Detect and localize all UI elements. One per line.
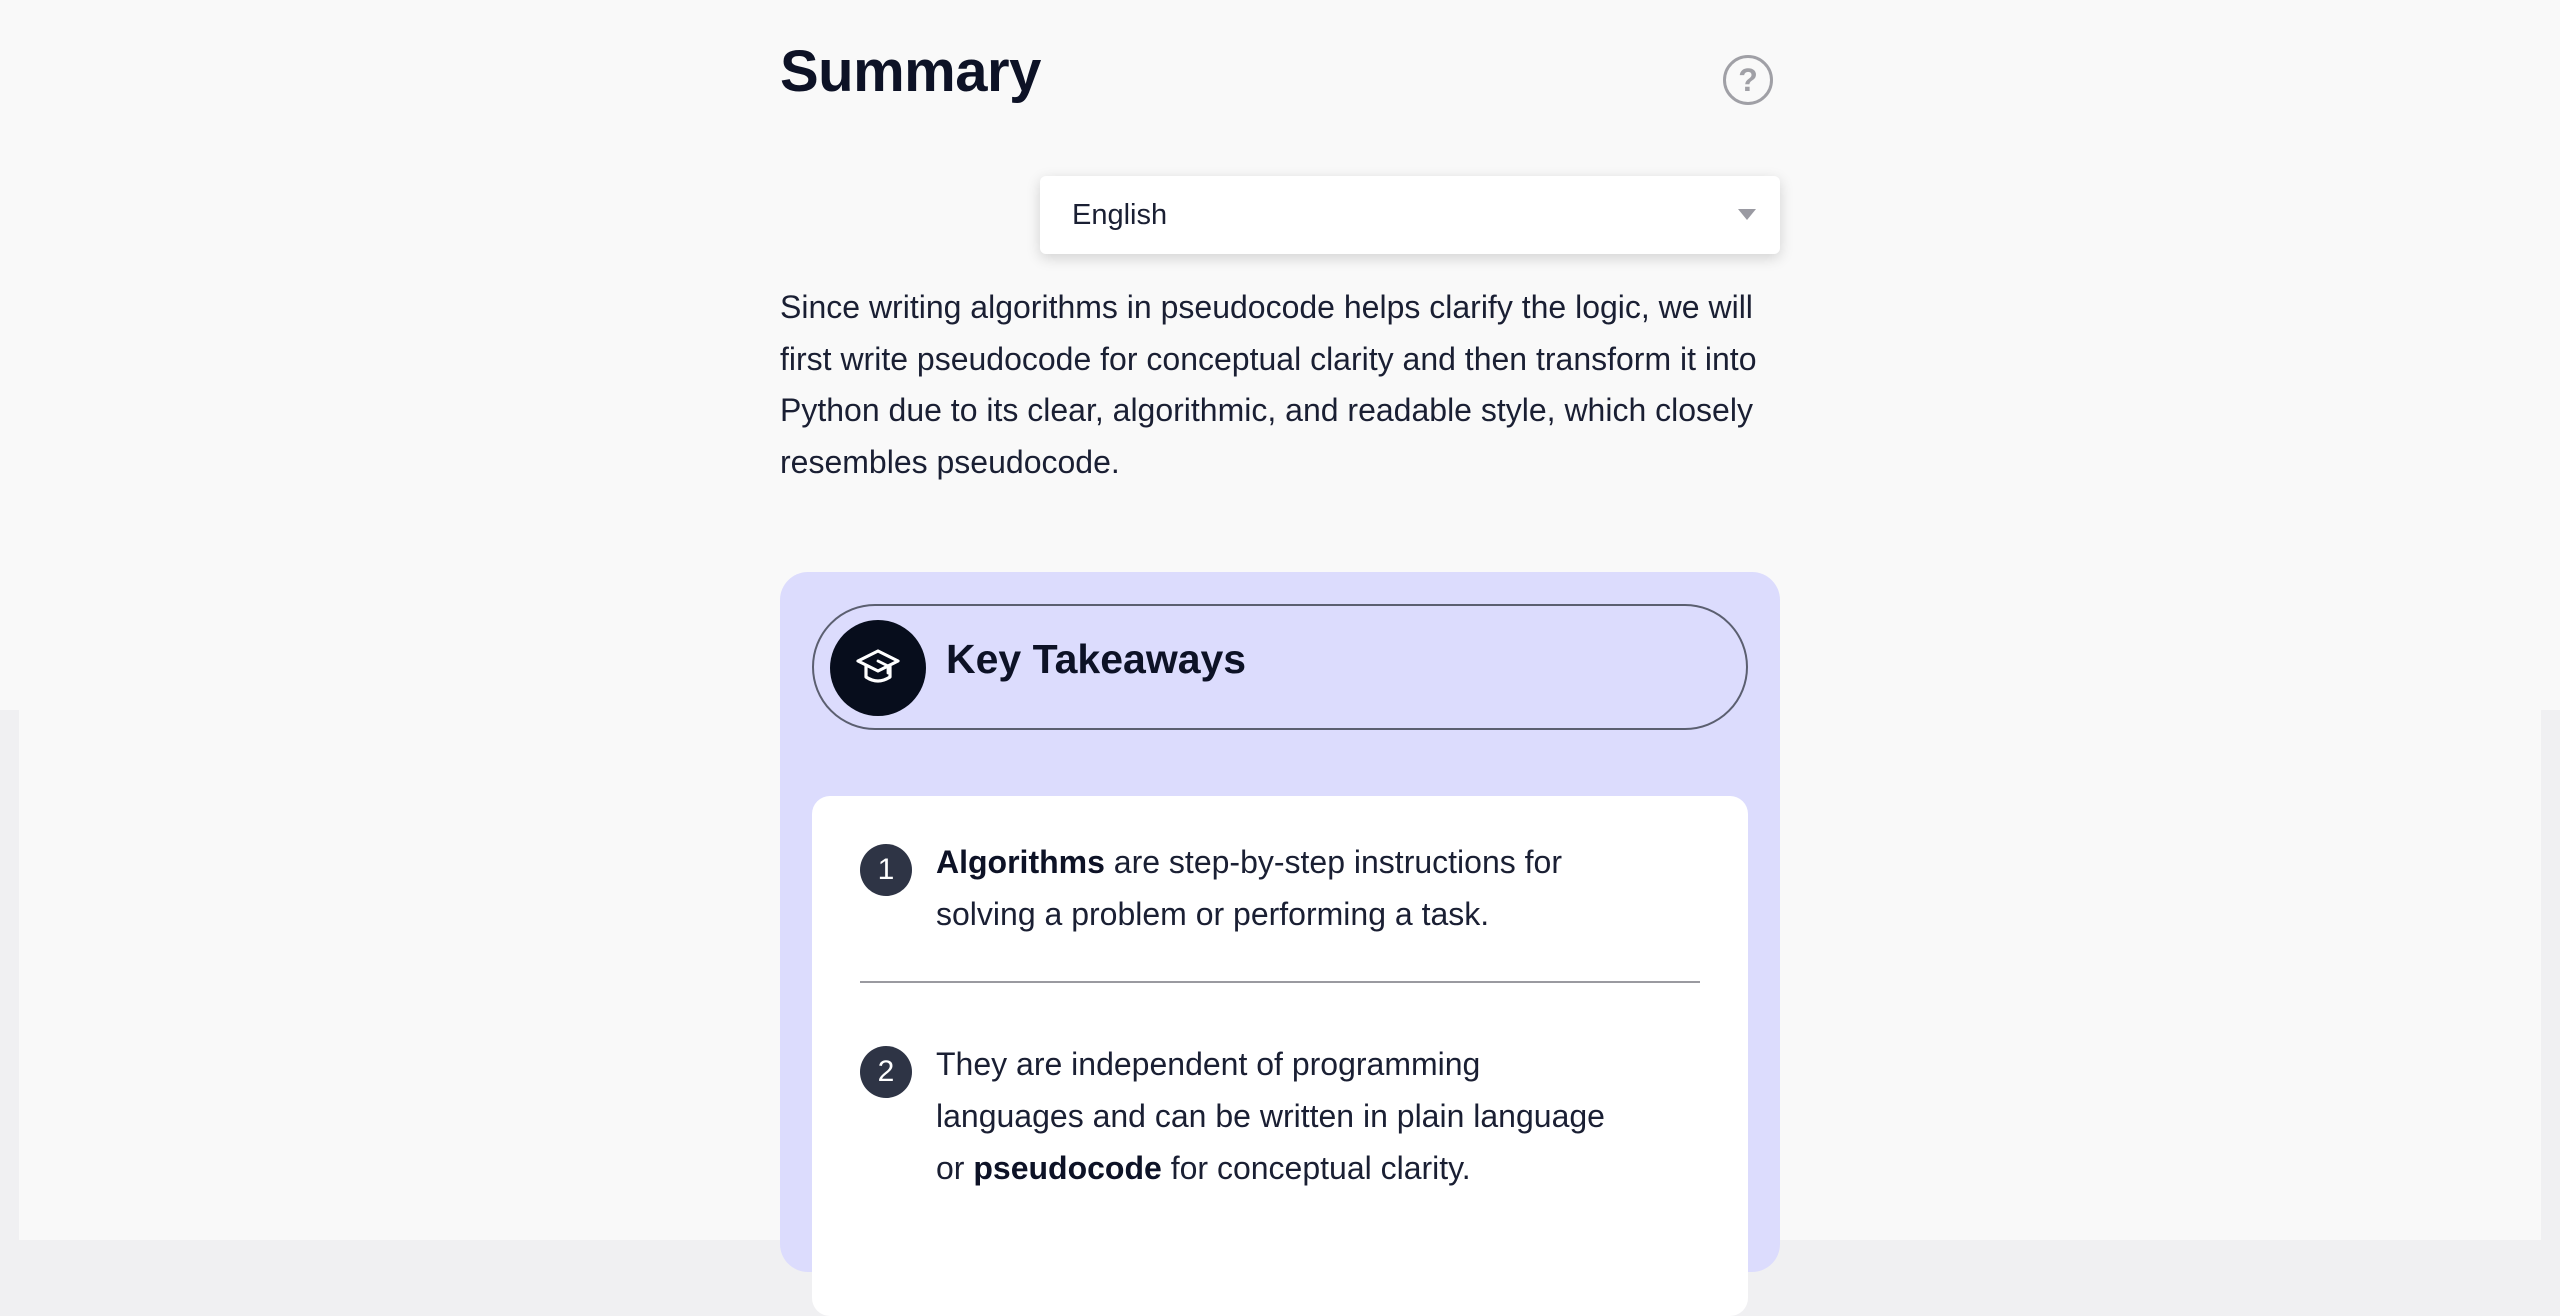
page-title: Summary (780, 39, 1041, 104)
takeaway-after: for conceptual clarity. (1161, 1150, 1471, 1186)
graduation-cap-icon (830, 620, 926, 716)
language-select-value: English (1072, 198, 1168, 231)
language-select[interactable]: English (1040, 176, 1780, 254)
right-gutter (2541, 710, 2560, 1240)
summary-section: Summary ? English Since writing algorith… (780, 0, 1780, 1316)
takeaway-text: Algorithms are step-by-step instructions… (936, 836, 1626, 940)
takeaway-bold-term: pseudocode (973, 1150, 1162, 1186)
takeaways-list: 1 Algorithms are step-by-step instructio… (812, 796, 1748, 1316)
key-takeaways-card: Key Takeaways 1 Algorithms are step-by-s… (780, 572, 1780, 1316)
help-button[interactable]: ? (1723, 55, 1773, 105)
key-takeaways-header[interactable]: Key Takeaways (812, 604, 1748, 730)
left-gutter (0, 710, 19, 1240)
takeaway-text: They are independent of programming lang… (936, 1038, 1626, 1194)
key-takeaways-title: Key Takeaways (946, 636, 1247, 682)
number-badge: 2 (860, 1046, 912, 1098)
question-circle-icon: ? (1738, 61, 1758, 98)
caret-down-icon (1738, 209, 1756, 220)
summary-paragraph: Since writing algorithms in pseudocode h… (780, 289, 1757, 480)
number-badge: 1 (860, 844, 912, 896)
takeaway-bold-term: Algorithms (936, 844, 1105, 880)
divider (860, 981, 1700, 983)
